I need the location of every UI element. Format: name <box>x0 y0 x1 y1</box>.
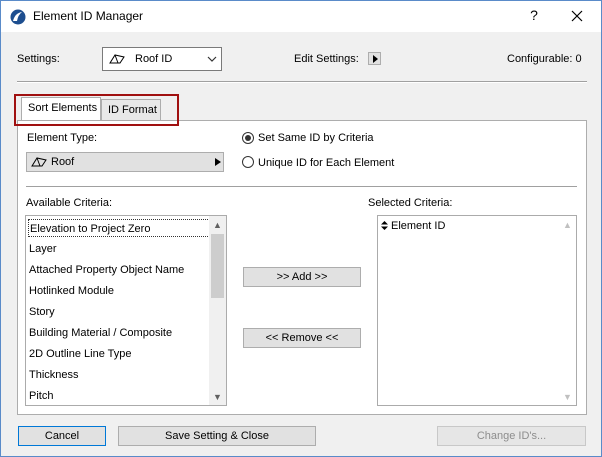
element-id-manager-dialog: Element ID Manager ? Settings: Roof ID E… <box>0 0 602 457</box>
scroll-down-icon: ▼ <box>563 392 572 402</box>
list-item[interactable]: 2D Outline Line Type <box>28 345 132 363</box>
cancel-button[interactable]: Cancel <box>18 426 106 446</box>
archicad-icon <box>10 9 26 25</box>
chevron-down-icon <box>207 56 217 62</box>
tab-label: ID Format <box>108 104 157 116</box>
tab-id-format[interactable]: ID Format <box>101 99 161 121</box>
play-arrow-icon <box>373 55 378 63</box>
edit-settings-button[interactable] <box>368 52 381 65</box>
same-id-radio[interactable] <box>242 132 254 144</box>
scroll-up-icon[interactable]: ▲ <box>209 220 226 230</box>
panel-divider <box>26 186 577 187</box>
list-item[interactable]: Thickness <box>28 366 79 384</box>
available-criteria-label: Available Criteria: <box>26 197 113 209</box>
selected-criteria-label: Selected Criteria: <box>368 197 453 209</box>
sort-order-icon <box>381 221 388 230</box>
settings-dropdown[interactable]: Roof ID <box>102 47 222 71</box>
divider-highlight <box>17 82 587 83</box>
list-item[interactable]: Layer <box>28 240 57 258</box>
title-bar: Element ID Manager ? <box>1 1 601 32</box>
selected-scrollbar: ▲ ▼ <box>559 216 576 405</box>
edit-settings-label: Edit Settings: <box>294 53 359 65</box>
list-item[interactable]: Story <box>28 303 55 321</box>
configurable-count: Configurable: 0 <box>507 53 582 65</box>
scroll-up-icon: ▲ <box>563 220 572 230</box>
remove-button[interactable]: << Remove << <box>243 328 361 348</box>
list-item[interactable]: Hotlinked Module <box>28 282 114 300</box>
roof-icon <box>109 54 125 64</box>
same-id-label: Set Same ID by Criteria <box>258 132 374 144</box>
list-item[interactable]: Pitch <box>28 387 53 405</box>
element-type-label: Element Type: <box>27 132 98 144</box>
available-criteria-list[interactable]: Elevation to Project Zero Layer Attached… <box>25 215 227 406</box>
window-title: Element ID Manager <box>33 9 144 23</box>
element-type-button[interactable]: Roof <box>26 152 224 172</box>
unique-id-label: Unique ID for Each Element <box>258 157 395 169</box>
element-type-value: Roof <box>51 156 75 168</box>
play-arrow-icon <box>215 158 221 166</box>
scroll-thumb[interactable] <box>211 234 224 298</box>
scroll-down-icon[interactable]: ▼ <box>209 392 226 402</box>
save-setting-close-button[interactable]: Save Setting & Close <box>118 426 316 446</box>
list-item[interactable]: Building Material / Composite <box>28 324 172 342</box>
tab-sort-elements[interactable]: Sort Elements <box>21 97 101 122</box>
add-button[interactable]: >> Add >> <box>243 267 361 287</box>
settings-label: Settings: <box>17 53 60 65</box>
tab-label: Sort Elements <box>28 102 98 114</box>
list-item[interactable]: Element ID <box>390 217 445 235</box>
help-button[interactable]: ? <box>527 7 541 23</box>
change-ids-button: Change ID's... <box>437 426 586 446</box>
unique-id-radio[interactable] <box>242 156 254 168</box>
list-item[interactable]: Attached Property Object Name <box>28 261 184 279</box>
close-icon[interactable] <box>568 7 586 25</box>
settings-value: Roof ID <box>135 53 173 65</box>
list-item[interactable]: Elevation to Project Zero <box>28 219 210 237</box>
selected-criteria-list[interactable]: Element ID ▲ ▼ <box>377 215 577 406</box>
available-scrollbar[interactable]: ▲ ▼ <box>209 216 226 405</box>
roof-icon <box>31 157 47 167</box>
